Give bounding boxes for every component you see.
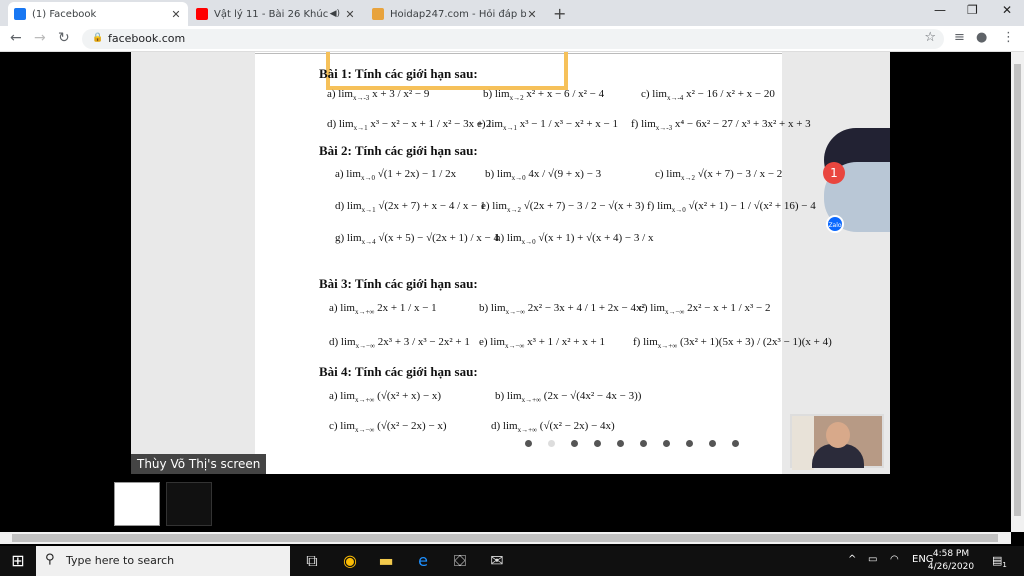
b2-item-h: h) limx→0 √(x + 1) + √(x + 4) − 3 / x bbox=[495, 232, 654, 247]
clock[interactable]: 4:58 PM 4/26/2020 bbox=[925, 548, 977, 574]
b3-item-d: d) limx→−∞ 2x³ + 3 / x³ − 2x² + 1 bbox=[329, 336, 470, 351]
bookmark-star-icon[interactable]: ☆ bbox=[924, 30, 936, 45]
webcam-preview[interactable] bbox=[790, 414, 884, 470]
forward-icon[interactable]: → bbox=[34, 30, 46, 46]
page-dot[interactable] bbox=[709, 440, 716, 447]
tab-title: Hoidap247.com - Hỏi đáp bài tậ bbox=[390, 8, 526, 20]
b4-item-a: a) limx→+∞ (√(x² + x) − x) bbox=[329, 390, 442, 405]
reload-icon[interactable]: ↻ bbox=[58, 30, 70, 46]
battery-icon[interactable]: ▭ bbox=[868, 554, 877, 565]
edge-icon[interactable]: e bbox=[413, 551, 433, 571]
tab-hoidap247[interactable]: Hoidap247.com - Hỏi đáp bài tậ ✕ bbox=[366, 2, 544, 26]
new-tab-button[interactable]: + bbox=[553, 4, 566, 23]
screen-thumbnail[interactable] bbox=[114, 482, 160, 526]
taskbar-search[interactable]: ⚲ Type here to search bbox=[36, 546, 290, 576]
tray-chevron-icon[interactable]: ^ bbox=[848, 554, 856, 565]
mail-icon[interactable]: ✉ bbox=[487, 551, 507, 571]
tab-facebook[interactable]: (1) Facebook ✕ bbox=[8, 2, 188, 26]
horizontal-scrollbar[interactable] bbox=[0, 532, 1011, 544]
hoidap247-favicon-icon bbox=[372, 8, 384, 20]
tab-title: Vật lý 11 - Bài 26 Khúc xạ ánh bbox=[214, 8, 330, 20]
document-page: Bài 1: Tính các giới hạn sau: a) limx→-3… bbox=[255, 52, 832, 474]
b2-item-a: a) limx→0 √(1 + 2x) − 1 / 2x bbox=[335, 168, 457, 183]
b2-item-f: f) limx→0 √(x² + 1) − 1 / √(x² + 16) − 4 bbox=[647, 200, 816, 215]
url-text[interactable]: facebook.com bbox=[108, 32, 185, 45]
page-dot[interactable] bbox=[594, 440, 601, 447]
back-icon[interactable]: ← bbox=[10, 30, 22, 46]
browser-toolbar: ← → ↻ 🔒 facebook.com ☆ ≡ ● ⋮ bbox=[0, 26, 1024, 52]
search-icon: ⚲ bbox=[45, 552, 55, 567]
zalo-icon[interactable]: Zalo bbox=[826, 215, 844, 233]
page-dot[interactable] bbox=[686, 440, 693, 447]
b4-item-b: b) limx→+∞ (2x − √(4x² − 4x − 3)) bbox=[495, 390, 642, 405]
page-dot[interactable] bbox=[571, 440, 578, 447]
exercise-4-title: Bài 4: Tính các giới hạn sau: bbox=[319, 364, 478, 379]
b3-item-e: e) limx→−∞ x³ + 1 / x² + x + 1 bbox=[479, 336, 605, 351]
b2-item-c: c) limx→2 √(x + 7) − 3 / x − 2 bbox=[655, 168, 783, 183]
notification-icon[interactable]: ▤1 bbox=[992, 554, 1007, 569]
unread-badge: 1 bbox=[823, 162, 845, 184]
page-dot[interactable] bbox=[617, 440, 624, 447]
tab-title: (1) Facebook bbox=[32, 8, 97, 20]
profile-icon[interactable]: ● bbox=[976, 30, 987, 45]
close-tab-icon[interactable]: ✕ bbox=[170, 8, 182, 21]
address-bar[interactable]: 🔒 facebook.com ☆ bbox=[82, 29, 944, 49]
b4-item-d: d) limx→+∞ (√(x² − 2x) − 4x) bbox=[491, 420, 615, 435]
b1-item-a: a) limx→-3 x + 3 / x² − 9 bbox=[327, 88, 430, 103]
b3-item-c: c) limx→−∞ 2x² − x + 1 / x³ − 2 bbox=[639, 302, 771, 317]
page-dot[interactable] bbox=[663, 440, 670, 447]
facebook-favicon-icon bbox=[14, 8, 26, 20]
media-control-icon[interactable]: ≡ bbox=[954, 30, 965, 45]
b2-item-d: d) limx→1 √(2x + 7) + x − 4 / x − 1 bbox=[335, 200, 486, 215]
b1-item-b: b) limx→2 x² + x − 6 / x² − 4 bbox=[483, 88, 605, 103]
windows-taskbar: ⊞ ⚲ Type here to search ⧉ ◉ ▬ e ⛋ ✉ ^ ▭ … bbox=[0, 546, 1024, 576]
page-content: Bài 1: Tính các giới hạn sau: a) limx→-3… bbox=[0, 52, 1011, 532]
close-window-icon[interactable]: ✕ bbox=[1002, 3, 1012, 17]
lock-icon[interactable]: 🔒 bbox=[92, 33, 103, 43]
chat-thumbnail[interactable] bbox=[166, 482, 212, 526]
menu-icon[interactable]: ⋮ bbox=[1002, 30, 1015, 45]
page-dot[interactable] bbox=[525, 440, 532, 447]
b4-item-c: c) limx→−∞ (√(x² − 2x) − x) bbox=[329, 420, 447, 435]
vertical-scrollbar[interactable] bbox=[1011, 52, 1024, 532]
minimize-icon[interactable]: — bbox=[934, 3, 946, 17]
chrome-icon[interactable]: ◉ bbox=[340, 551, 360, 571]
restore-icon[interactable]: ❐ bbox=[967, 3, 978, 17]
shared-screen: Bài 1: Tính các giới hạn sau: a) limx→-3… bbox=[131, 52, 890, 474]
wifi-icon[interactable]: ◠ bbox=[890, 554, 899, 565]
tab-bar: (1) Facebook ✕ Vật lý 11 - Bài 26 Khúc x… bbox=[0, 0, 1024, 26]
youtube-favicon-icon bbox=[196, 8, 208, 20]
b3-item-f: f) limx→+∞ (3x² + 1)(5x + 3) / (2x³ − 1)… bbox=[633, 336, 832, 351]
screen-owner-label: Thùy Võ Thị's screen bbox=[131, 454, 267, 474]
b1-item-d: d) limx→1 x³ − x² − x + 1 / x² − 3x + 2 bbox=[327, 118, 492, 133]
b1-item-e: e) limx→1 x³ − 1 / x³ − x² + x − 1 bbox=[477, 118, 619, 133]
page-dot-active[interactable] bbox=[548, 440, 555, 447]
tab-youtube[interactable]: Vật lý 11 - Bài 26 Khúc xạ ánh ◀) ✕ bbox=[190, 2, 362, 26]
file-explorer-icon[interactable]: ▬ bbox=[376, 551, 396, 571]
b1-item-f: f) limx→-3 x⁴ − 6x² − 27 / x³ + 3x² + x … bbox=[631, 118, 811, 133]
b2-item-g: g) limx→4 √(x + 5) − √(2x + 1) / x − 4 bbox=[335, 232, 499, 247]
task-view-icon[interactable]: ⧉ bbox=[302, 551, 322, 571]
b2-item-b: b) limx→0 4x / √(9 + x) − 3 bbox=[485, 168, 602, 183]
search-placeholder[interactable]: Type here to search bbox=[66, 554, 174, 567]
close-tab-icon[interactable]: ✕ bbox=[344, 8, 356, 21]
exercise-2-title: Bài 2: Tính các giới hạn sau: bbox=[319, 143, 478, 158]
audio-playing-icon[interactable]: ◀) bbox=[330, 9, 340, 19]
pagination-dots bbox=[525, 440, 755, 447]
page-dot[interactable] bbox=[732, 440, 739, 447]
b2-item-e: e) limx→2 √(2x + 7) − 3 / 2 − √(x + 3) bbox=[481, 200, 645, 215]
store-icon[interactable]: ⛋ bbox=[450, 551, 470, 571]
exercise-3-title: Bài 3: Tính các giới hạn sau: bbox=[319, 276, 478, 291]
exercise-1-title: Bài 1: Tính các giới hạn sau: bbox=[319, 66, 478, 81]
b3-item-a: a) limx→+∞ 2x + 1 / x − 1 bbox=[329, 302, 437, 317]
close-tab-icon[interactable]: ✕ bbox=[526, 8, 538, 21]
b1-item-c: c) limx→-4 x² − 16 / x² + x − 20 bbox=[641, 88, 775, 103]
b3-item-b: b) limx→−∞ 2x² − 3x + 4 / 1 + 2x − 4x² bbox=[479, 302, 645, 317]
page-dot[interactable] bbox=[640, 440, 647, 447]
windows-start-icon[interactable]: ⊞ bbox=[8, 551, 28, 571]
